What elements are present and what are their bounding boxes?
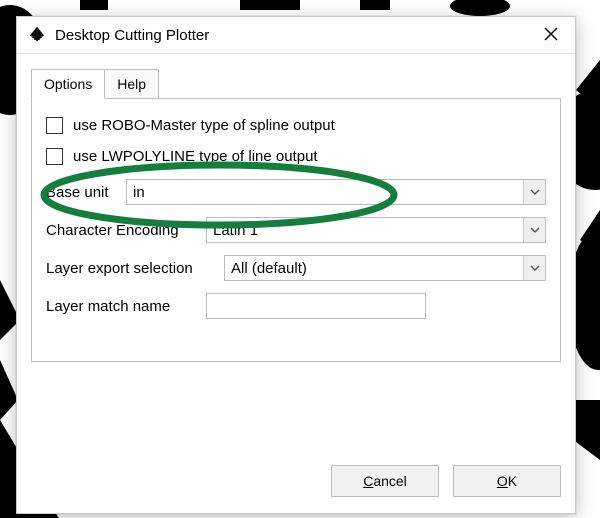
base-unit-label: Base unit <box>46 184 118 201</box>
chevron-down-icon <box>523 218 545 242</box>
base-unit-dropdown[interactable]: in <box>126 179 546 205</box>
char-encoding-row: Character Encoding Latin 1 <box>46 217 546 243</box>
button-label: OK <box>497 473 517 489</box>
inkscape-icon <box>27 25 47 45</box>
titlebar: Desktop Cutting Plotter <box>17 17 575 54</box>
checkbox-text: use ROBO-Master type of spline output <box>73 117 335 134</box>
cancel-button[interactable]: Cancel <box>331 465 439 497</box>
base-unit-row: Base unit in <box>46 179 546 205</box>
layer-export-value: All (default) <box>225 260 313 277</box>
layer-match-label: Layer match name <box>46 298 198 315</box>
layer-export-row: Layer export selection All (default) <box>46 255 546 281</box>
checkbox-lwpolyline[interactable] <box>46 148 63 165</box>
checkbox-row-robo-master: use ROBO-Master type of spline output <box>46 117 546 134</box>
chevron-down-icon <box>523 180 545 204</box>
checkbox-robo-master[interactable] <box>46 117 63 134</box>
checkbox-row-lwpolyline: use LWPOLYLINE type of line output <box>46 148 546 165</box>
checkbox-label[interactable]: use ROBO-Master type of spline output <box>46 117 335 134</box>
ok-button[interactable]: OK <box>453 465 561 497</box>
tab-label: Options <box>44 76 92 92</box>
char-encoding-dropdown[interactable]: Latin 1 <box>206 217 546 243</box>
layer-match-input[interactable] <box>206 293 426 319</box>
tab-options[interactable]: Options <box>31 69 105 99</box>
checkbox-label[interactable]: use LWPOLYLINE type of line output <box>46 148 318 165</box>
close-button[interactable] <box>527 17 575 53</box>
window-title: Desktop Cutting Plotter <box>55 27 209 44</box>
char-encoding-value: Latin 1 <box>207 222 264 239</box>
layer-match-row: Layer match name <box>46 293 546 319</box>
tab-label: Help <box>117 76 146 92</box>
options-panel: use ROBO-Master type of spline output us… <box>31 98 561 362</box>
dialog-window: Desktop Cutting Plotter Options Help use… <box>16 16 576 514</box>
tab-bar: Options Help <box>31 68 561 98</box>
char-encoding-label: Character Encoding <box>46 222 198 239</box>
button-label: Cancel <box>363 473 407 489</box>
layer-export-label: Layer export selection <box>46 260 216 277</box>
chevron-down-icon <box>523 256 545 280</box>
dialog-footer: Cancel OK <box>17 451 575 513</box>
dialog-body: Options Help use ROBO-Master type of spl… <box>17 54 575 451</box>
checkbox-text: use LWPOLYLINE type of line output <box>73 148 318 165</box>
layer-export-dropdown[interactable]: All (default) <box>224 255 546 281</box>
close-icon <box>544 25 558 46</box>
base-unit-value: in <box>127 184 151 201</box>
tab-help[interactable]: Help <box>104 69 159 99</box>
